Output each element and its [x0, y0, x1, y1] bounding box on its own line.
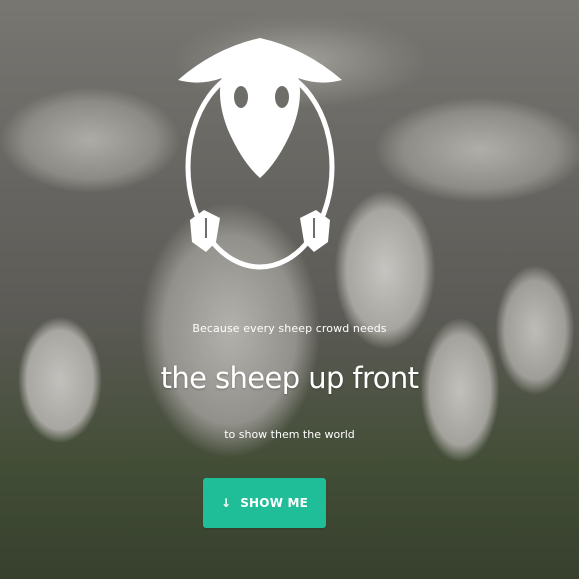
- show-me-button[interactable]: ↓ SHOW ME: [203, 478, 326, 528]
- hero-section: Because every sheep crowd needs the shee…: [0, 0, 579, 579]
- arrow-down-icon: ↓: [220, 496, 232, 510]
- tagline-bottom: to show them the world: [224, 428, 355, 441]
- tagline-top: Because every sheep crowd needs: [192, 322, 387, 335]
- page-headline: the sheep up front: [160, 361, 419, 395]
- show-me-button-label: SHOW ME: [240, 496, 309, 510]
- sheep-head-icon: [178, 38, 342, 270]
